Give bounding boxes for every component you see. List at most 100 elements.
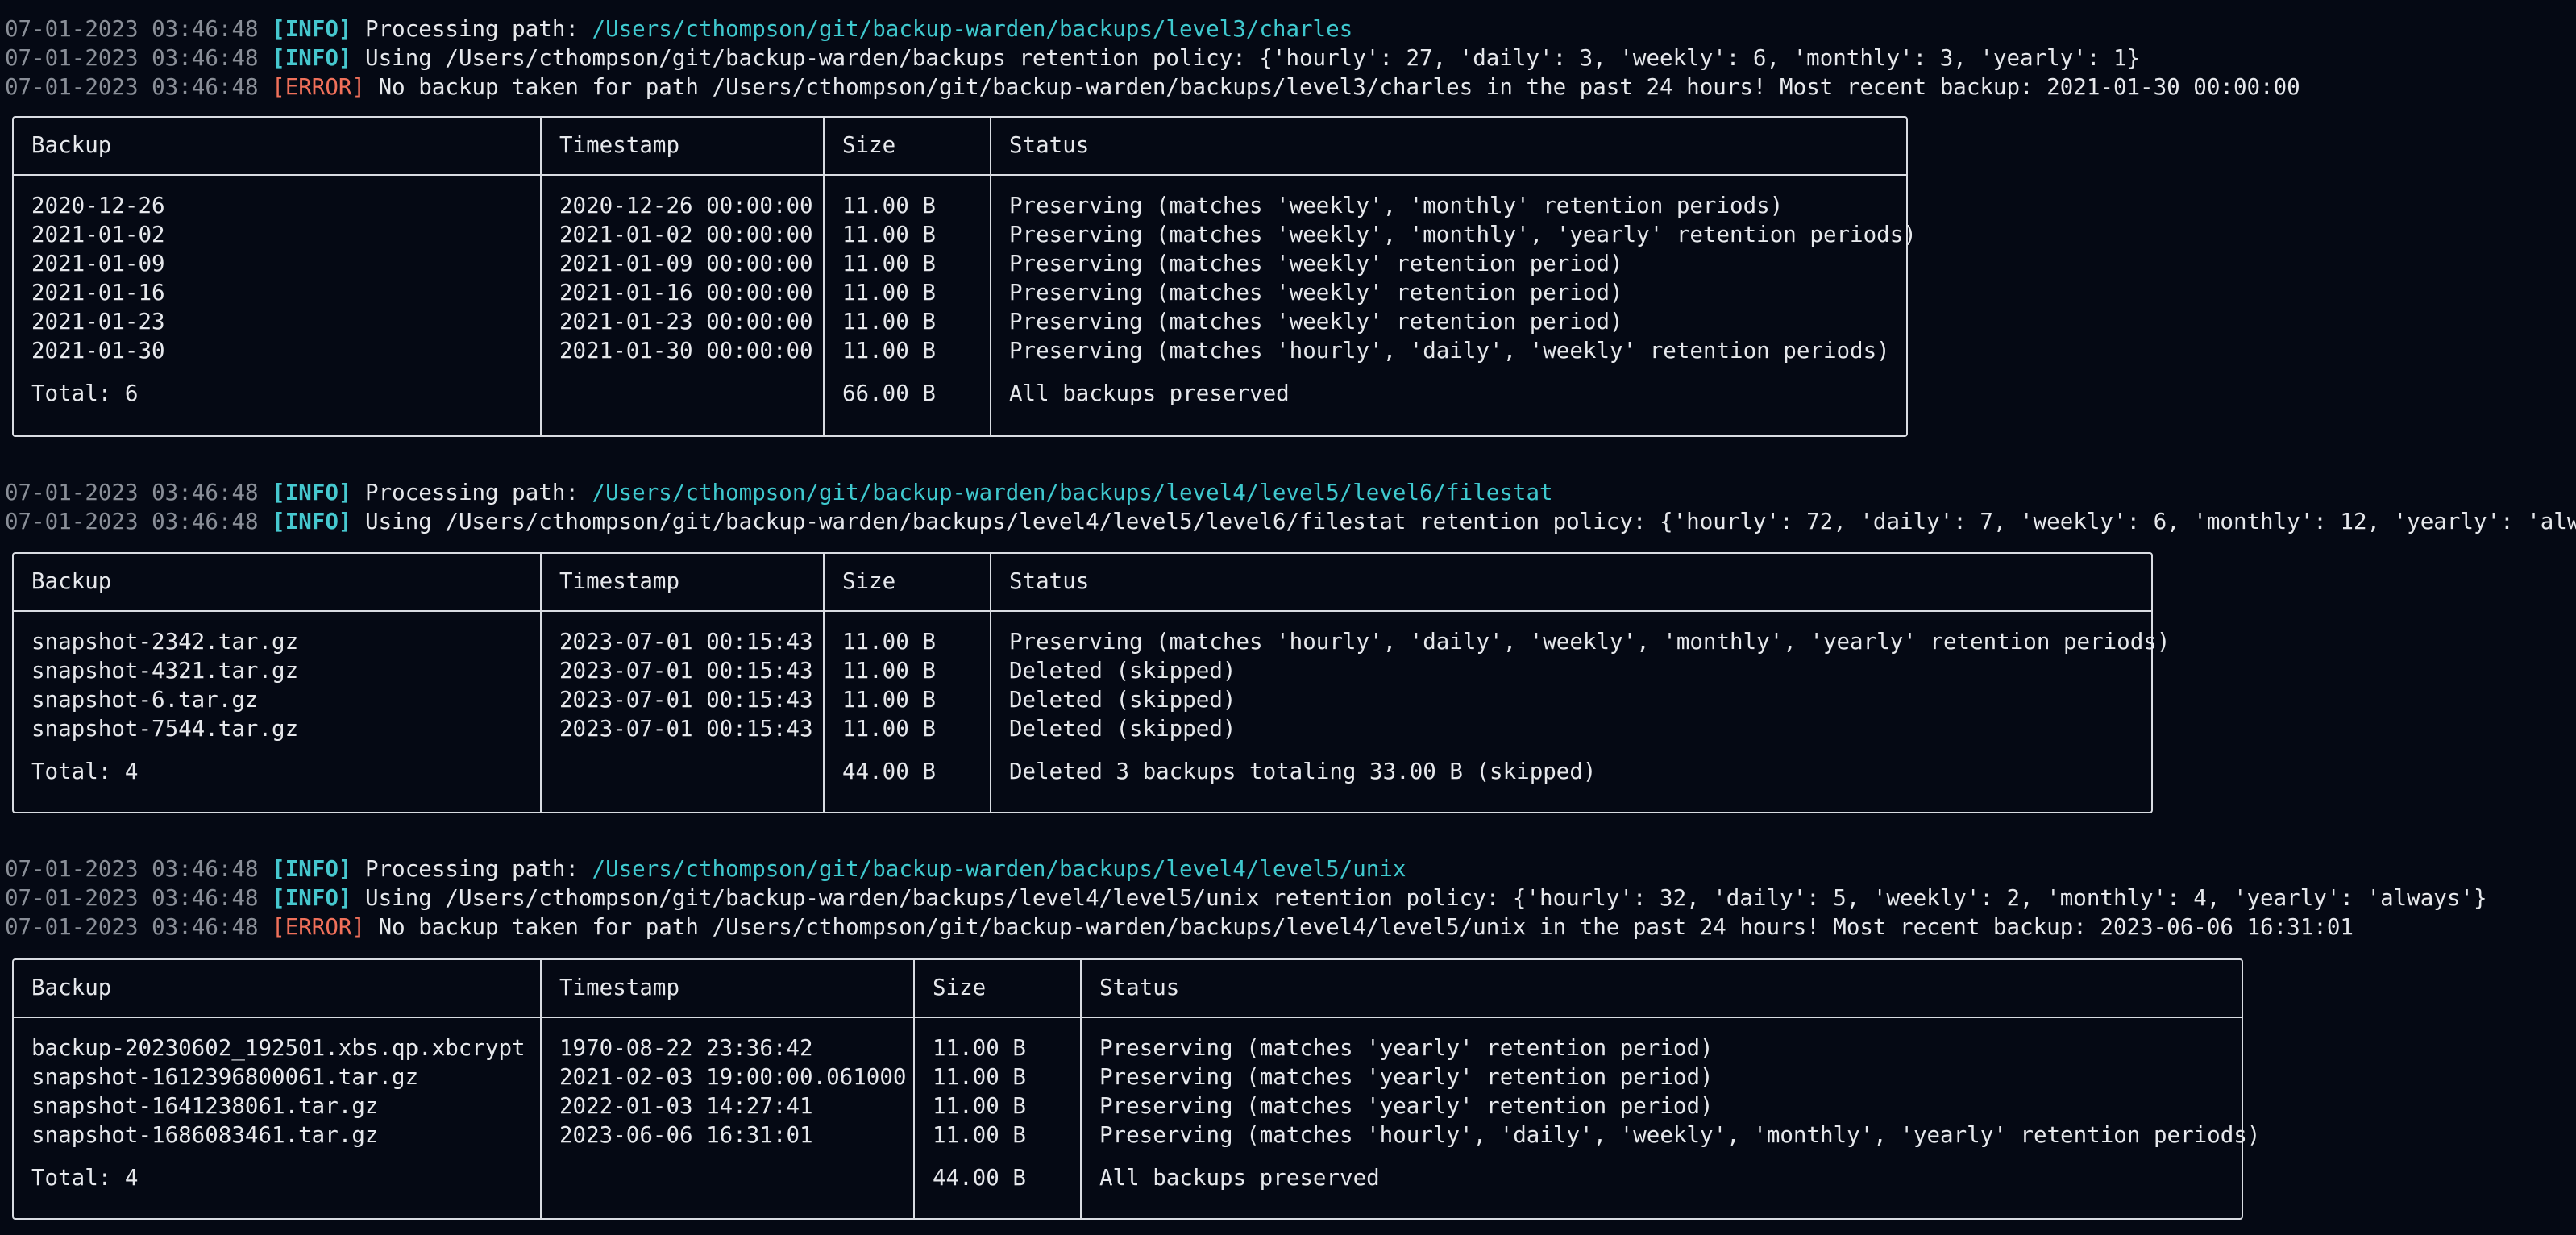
backup-table: Backup Timestamp Size Status 2020-12-26 2020-… [12, 116, 1917, 437]
column-header-status: Status [1009, 132, 1090, 158]
table-cell-backup: snapshot-4321.tar.gz [31, 658, 299, 684]
log-level-badge: [INFO] [272, 45, 352, 71]
table-cell-size: 11.00 B [842, 222, 936, 247]
table-footer-status: All backups preserved [1099, 1165, 1380, 1191]
table-cell-backup: snapshot-7544.tar.gz [31, 716, 299, 742]
column-header-size: Size [933, 975, 987, 1000]
log-message: Processing path: [365, 16, 592, 42]
log-level-badge: [INFO] [272, 885, 352, 911]
log-timestamp: 07-01-2023 03:46:48 [5, 16, 259, 42]
column-divider [540, 960, 542, 1218]
table-cell-timestamp: 2021-01-30 00:00:00 [559, 338, 813, 364]
column-header-backup: Backup [31, 568, 112, 594]
table-cell-timestamp: 1970-08-22 23:36:42 [559, 1035, 813, 1061]
table-cell-size: 11.00 B [842, 251, 936, 277]
table-cell-status: Preserving (matches 'hourly', 'daily', '… [1099, 1122, 2261, 1148]
table-footer-backup: Total: 4 [31, 1165, 139, 1191]
log-timestamp: 07-01-2023 03:46:48 [5, 885, 259, 911]
table-cell-status: Deleted (skipped) [1009, 658, 1236, 684]
table-header-row [14, 118, 1906, 176]
log-message-tail: /Users/cthompson/git/backup-warden/backu… [445, 885, 2487, 911]
table-cell-size: 11.00 B [933, 1064, 1026, 1090]
log-message: No backup taken for path /Users/cthompso… [378, 74, 2300, 100]
table-cell-timestamp: 2021-01-02 00:00:00 [559, 222, 813, 247]
log-timestamp: 07-01-2023 03:46:48 [5, 45, 259, 71]
table-cell-status: Deleted (skipped) [1009, 716, 1236, 742]
column-header-timestamp: Timestamp [559, 132, 680, 158]
table-cell-timestamp: 2023-07-01 00:15:43 [559, 629, 813, 655]
table-cell-status: Preserving (matches 'weekly' retention p… [1009, 280, 1623, 306]
table-footer-size: 44.00 B [933, 1165, 1026, 1191]
log-message: Using [365, 45, 446, 71]
table-cell-timestamp: 2020-12-26 00:00:00 [559, 193, 813, 218]
table-cell-size: 11.00 B [842, 658, 936, 684]
table-cell-timestamp: 2023-07-01 00:15:43 [559, 716, 813, 742]
backup-table: Backup Timestamp Size Status snapshot-2342.t… [12, 552, 2170, 813]
column-header-status: Status [1099, 975, 1180, 1000]
column-divider [540, 118, 542, 435]
table-footer-status: All backups preserved [1009, 380, 1290, 406]
log-message: Processing path: [365, 856, 592, 882]
table-cell-backup: snapshot-1612396800061.tar.gz [31, 1064, 419, 1090]
column-header-size: Size [842, 132, 896, 158]
log-timestamp: 07-01-2023 03:46:48 [5, 74, 259, 100]
table-cell-size: 11.00 B [842, 687, 936, 713]
column-header-backup: Backup [31, 132, 112, 158]
column-divider [913, 960, 915, 1218]
log-timestamp: 07-01-2023 03:46:48 [5, 480, 259, 505]
log-timestamp: 07-01-2023 03:46:48 [5, 856, 259, 882]
log-level-badge: [ERROR] [272, 74, 366, 100]
table-footer-size: 66.00 B [842, 380, 936, 406]
table-cell-status: Preserving (matches 'weekly' retention p… [1009, 251, 1623, 277]
table-cell-backup: snapshot-2342.tar.gz [31, 629, 299, 655]
column-header-status: Status [1009, 568, 1090, 594]
table-footer-backup: Total: 4 [31, 759, 139, 784]
table-cell-backup: snapshot-1641238061.tar.gz [31, 1093, 379, 1119]
log-line: 07-01-2023 03:46:48 [ERROR] No backup ta… [5, 73, 2300, 102]
log-line: 07-01-2023 03:46:48 [INFO] Processing pa… [5, 855, 1406, 884]
log-message: Using [365, 885, 446, 911]
table-footer-backup: Total: 6 [31, 380, 139, 406]
log-level-badge: [INFO] [272, 509, 352, 534]
log-level-badge: [INFO] [272, 856, 352, 882]
table-cell-status: Preserving (matches 'yearly' retention p… [1099, 1093, 1714, 1119]
log-message-tail: /Users/cthompson/git/backup-warden/backu… [445, 45, 2141, 71]
log-timestamp: 07-01-2023 03:46:48 [5, 914, 259, 940]
log-message-tail: /Users/cthompson/git/backup-warden/backu… [445, 509, 2576, 534]
log-line: 07-01-2023 03:46:48 [ERROR] No backup ta… [5, 913, 2354, 942]
log-line: 07-01-2023 03:46:48 [INFO] Using /Users/… [5, 884, 2487, 913]
table-cell-timestamp: 2023-07-01 00:15:43 [559, 658, 813, 684]
column-divider [823, 118, 825, 435]
log-message: No backup taken for path /Users/cthompso… [378, 914, 2354, 940]
table-cell-timestamp: 2021-01-23 00:00:00 [559, 309, 813, 335]
table-cell-timestamp: 2021-02-03 19:00:00.061000 [559, 1064, 907, 1090]
table-cell-size: 11.00 B [842, 280, 936, 306]
column-header-timestamp: Timestamp [559, 975, 680, 1000]
column-header-timestamp: Timestamp [559, 568, 680, 594]
log-line: 07-01-2023 03:46:48 [INFO] Processing pa… [5, 478, 1553, 507]
table-cell-status: Preserving (matches 'yearly' retention p… [1099, 1035, 1714, 1061]
table-cell-status: Preserving (matches 'weekly' retention p… [1009, 309, 1623, 335]
log-level-badge: [INFO] [272, 480, 352, 505]
table-cell-timestamp: 2023-06-06 16:31:01 [559, 1122, 813, 1148]
column-divider [823, 554, 825, 812]
column-divider [990, 554, 991, 812]
table-cell-timestamp: 2021-01-09 00:00:00 [559, 251, 813, 277]
table-cell-status: Preserving (matches 'hourly', 'daily', '… [1009, 629, 2171, 655]
table-cell-status: Preserving (matches 'yearly' retention p… [1099, 1064, 1714, 1090]
log-level-badge: [ERROR] [272, 914, 366, 940]
column-divider [990, 118, 991, 435]
table-cell-status: Preserving (matches 'weekly', 'monthly' … [1009, 193, 1784, 218]
log-path: /Users/cthompson/git/backup-warden/backu… [592, 16, 1353, 42]
table-cell-status: Preserving (matches 'weekly', 'monthly',… [1009, 222, 1917, 247]
table-cell-timestamp: 2023-07-01 00:15:43 [559, 687, 813, 713]
table-cell-backup: snapshot-6.tar.gz [31, 687, 259, 713]
table-cell-size: 11.00 B [842, 193, 936, 218]
table-cell-backup: 2021-01-23 [31, 309, 165, 335]
table-cell-backup: 2021-01-16 [31, 280, 165, 306]
table-footer-size: 44.00 B [842, 759, 936, 784]
log-message: Using [365, 509, 446, 534]
table-cell-backup: 2021-01-02 [31, 222, 165, 247]
table-cell-status: Preserving (matches 'hourly', 'daily', '… [1009, 338, 1890, 364]
log-line: 07-01-2023 03:46:48 [INFO] Processing pa… [5, 15, 1352, 44]
